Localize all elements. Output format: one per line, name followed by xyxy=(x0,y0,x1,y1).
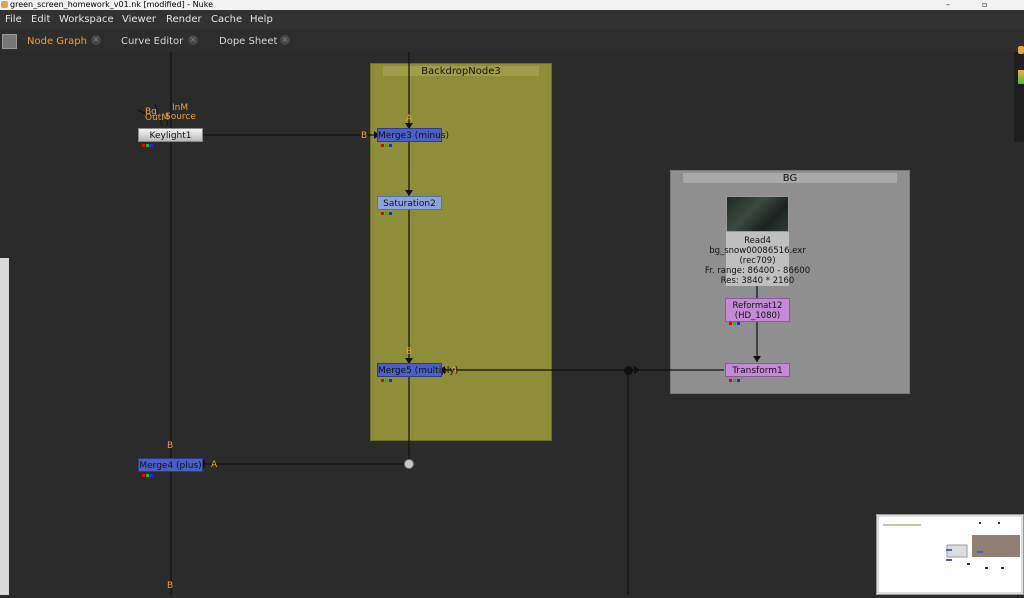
read-file-name: bg_snow00086516.exr xyxy=(709,246,806,256)
read-frame-range: Fr. range: 86400 - 86600 xyxy=(704,266,811,276)
menu-cache[interactable]: Cache xyxy=(211,10,242,29)
window-title: green_screen_homework_v01.nk [modified] … xyxy=(10,0,214,9)
input-label-source: Source xyxy=(165,112,196,122)
node-reformat[interactable]: Reformat12 (HD_1080) xyxy=(725,298,790,325)
node-merge3[interactable]: Merge3 (minus) xyxy=(377,128,449,147)
read-colorspace: (rec709) xyxy=(739,256,776,266)
input-label-b: B xyxy=(167,581,174,591)
node-keylight[interactable]: Keylight1 xyxy=(138,128,203,147)
node-transform[interactable]: Transform1 xyxy=(725,363,790,382)
menu-file[interactable]: File xyxy=(5,10,22,29)
input-label-a: A xyxy=(406,114,413,124)
node-label: Reformat12 xyxy=(732,301,783,311)
channel-indicators xyxy=(379,206,395,215)
close-icon[interactable]: × xyxy=(188,35,198,45)
minimize-button[interactable]: – xyxy=(946,0,950,10)
tool-icon[interactable] xyxy=(1018,70,1024,84)
maximize-button[interactable]: ▫ xyxy=(982,0,987,10)
tab-curve-editor[interactable]: Curve Editor xyxy=(121,32,183,52)
menu-viewer[interactable]: Viewer xyxy=(122,10,156,29)
input-label-b: B xyxy=(167,441,174,451)
input-label-a: A xyxy=(211,460,218,470)
dot-node[interactable] xyxy=(404,459,414,469)
read-resolution: Res: 3840 * 2160 xyxy=(720,276,795,286)
menu-render[interactable]: Render xyxy=(166,10,202,29)
tool-icon[interactable] xyxy=(1018,46,1024,54)
node-merge4[interactable]: Merge4 (plus) xyxy=(138,458,203,477)
channel-indicators xyxy=(140,138,156,147)
menu-workspace[interactable]: Workspace xyxy=(59,10,114,29)
menu-help[interactable]: Help xyxy=(250,10,273,29)
menu-bar: File Edit Workspace Viewer Render Cache … xyxy=(0,10,1024,29)
right-side-panel xyxy=(1014,46,1024,142)
channel-indicators xyxy=(379,138,395,147)
window-titlebar: green_screen_homework_v01.nk [modified] … xyxy=(0,0,1024,10)
menu-edit[interactable]: Edit xyxy=(31,10,50,29)
input-label-b: B xyxy=(361,131,368,141)
close-icon[interactable]: × xyxy=(91,35,101,45)
tab-dope-sheet[interactable]: Dope Sheet xyxy=(219,32,277,52)
nuke-logo-icon xyxy=(1,1,8,8)
read-thumbnail xyxy=(726,196,789,232)
left-panel-edge[interactable] xyxy=(0,258,9,595)
channel-indicators xyxy=(727,318,743,325)
read-info: Read4 bg_snow00086516.exr (rec709) Fr. r… xyxy=(680,236,835,286)
close-icon[interactable]: × xyxy=(280,35,290,45)
node-graph-canvas[interactable]: BackdropNode3 BG Bg InM OutM Source A B … xyxy=(0,52,1024,595)
tab-node-graph[interactable]: Node Graph xyxy=(27,32,87,52)
node-saturation[interactable]: Saturation2 xyxy=(377,196,442,215)
minimap-view xyxy=(877,515,1023,594)
channel-indicators xyxy=(140,468,156,477)
input-label-b: B xyxy=(406,347,413,357)
channel-indicators xyxy=(379,373,395,382)
panel-tab-bar: Node Graph × Curve Editor × Dope Sheet × xyxy=(0,29,1024,53)
pane-menu-icon[interactable] xyxy=(2,34,17,49)
node-graph-minimap[interactable] xyxy=(876,514,1024,595)
dot-node[interactable] xyxy=(624,366,633,375)
read-node-label: Read4 xyxy=(744,236,771,246)
channel-indicators xyxy=(727,373,743,382)
node-merge5[interactable]: Merge5 (multiply) xyxy=(377,363,458,382)
